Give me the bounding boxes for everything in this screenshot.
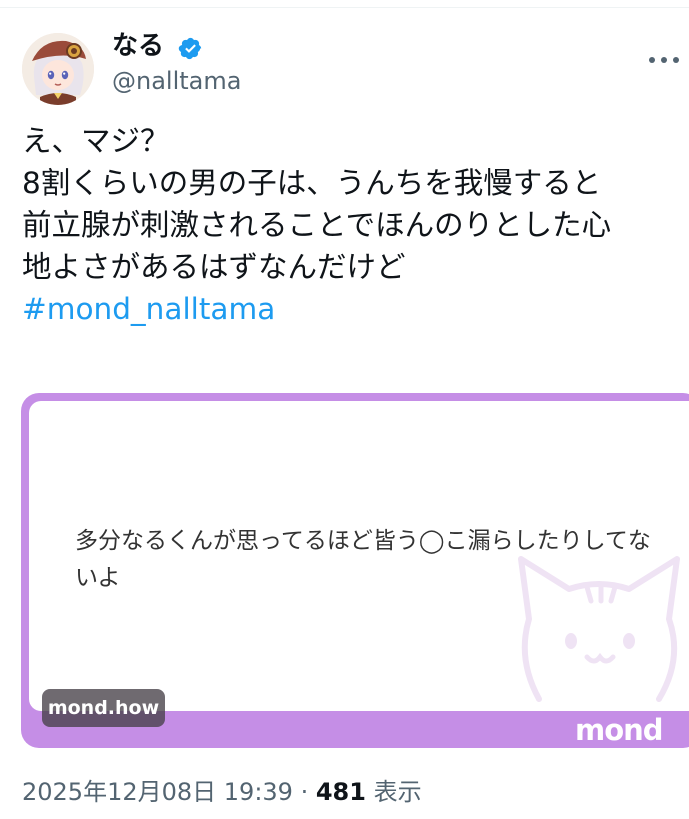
views-label: 表示 xyxy=(365,778,422,806)
tweet-text: え、マジ？ 8割くらいの男の子は、うんちを我慢すると 前立腺が刺激されることでほ… xyxy=(22,120,682,330)
tweet-view: なる @nalltama え、マジ？ 8割くらいの男の子は、うんちを我慢すると … xyxy=(0,0,689,819)
handle[interactable]: @nalltama xyxy=(112,66,241,96)
tweet-text-line: 地よさがあるはずなんだけど xyxy=(22,250,406,284)
tweet-meta: 2025年12月08日 19:39 · 481 表示 xyxy=(22,775,422,809)
card-body: 多分なるくんが思ってるほど皆う◯こ漏らしたりしてないよ xyxy=(29,401,689,711)
tweet-text-line: え、マジ？ xyxy=(22,124,170,158)
divider xyxy=(0,7,689,8)
avatar-illustration xyxy=(22,33,94,105)
card-domain-badge[interactable]: mond.how xyxy=(42,689,165,727)
meta-separator: · xyxy=(292,778,316,806)
hashtag-link[interactable]: #mond_nalltama xyxy=(22,288,682,330)
tweet-text-line: 前立腺が刺激されることでほんのりとした心 xyxy=(22,208,612,242)
card-message: 多分なるくんが思ってるほど皆う◯こ漏らしたりしてないよ xyxy=(75,528,651,591)
tweet-text-line: 8割くらいの男の子は、うんちを我慢すると xyxy=(22,166,602,200)
more-options-icon[interactable] xyxy=(644,48,684,72)
mond-logo: mond xyxy=(575,713,664,747)
views-count: 481 xyxy=(315,778,366,806)
avatar[interactable] xyxy=(22,33,94,105)
timestamp[interactable]: 2025年12月08日 19:39 xyxy=(22,778,293,806)
verified-badge-icon xyxy=(178,37,202,60)
display-name[interactable]: なる xyxy=(112,30,164,62)
